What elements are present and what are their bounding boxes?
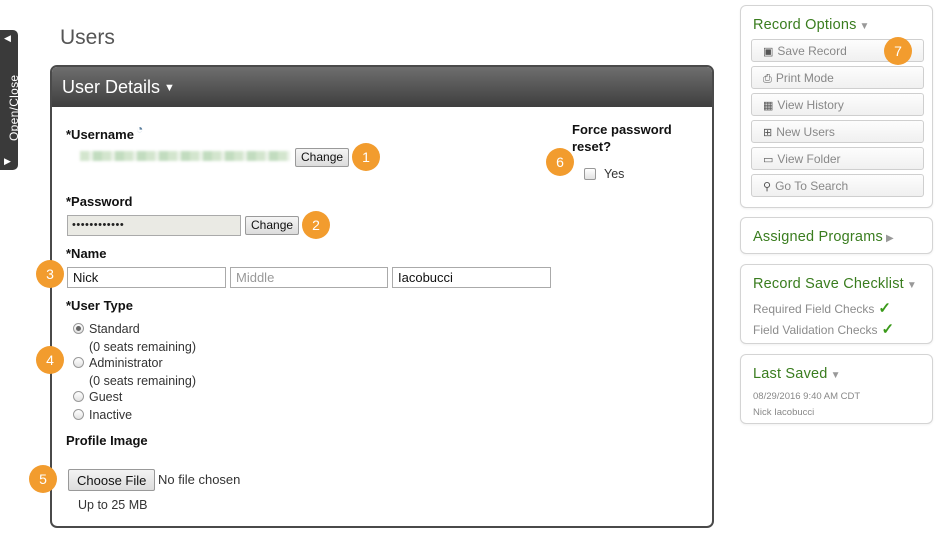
- search-icon: ⚲: [763, 181, 772, 193]
- callout-badge-5: 5: [29, 465, 57, 493]
- file-status: No file chosen: [158, 472, 241, 487]
- open-close-label: Open/Close: [7, 74, 21, 141]
- go-to-search-button[interactable]: ⚲ Go To Search: [751, 174, 924, 197]
- last-saved-title[interactable]: Last Saved ▼: [753, 366, 841, 382]
- last-saved-box: Last Saved ▼ 08/29/2016 9:40 AM CDT Nick …: [740, 354, 933, 424]
- assigned-programs-box[interactable]: Assigned Programs ▶: [740, 217, 933, 254]
- arrow-left-icon: ◀: [4, 33, 11, 43]
- view-history-label: View History: [777, 98, 844, 112]
- view-history-button[interactable]: ▦ View History: [751, 93, 924, 116]
- callout-badge-7: 7: [884, 37, 912, 65]
- last-saved-user: Nick Iacobucci: [753, 407, 815, 418]
- callout-badge-1: 1: [352, 143, 380, 171]
- force-reset-label-2: reset?: [572, 139, 612, 154]
- radio-inactive[interactable]: [73, 409, 84, 420]
- caret-down-icon: ▼: [859, 21, 870, 32]
- checklist-item-label: Field Validation Checks: [753, 323, 878, 337]
- radio-standard-label: Standard: [89, 322, 140, 336]
- assigned-programs-title: Assigned Programs ▶: [753, 229, 894, 245]
- username-value-blurred: [80, 151, 290, 161]
- panel-header[interactable]: User Details ▼: [52, 67, 712, 107]
- radio-guest-label: Guest: [89, 390, 123, 404]
- radio-administrator[interactable]: [73, 357, 84, 368]
- view-folder-button[interactable]: ▭ View Folder: [751, 147, 924, 170]
- spinner-icon: ◔: [136, 122, 144, 136]
- save-record-label: Save Record: [777, 44, 847, 58]
- caret-down-icon: ▼: [164, 82, 175, 94]
- save-icon: ▣: [763, 46, 774, 58]
- checklist-item-label: Required Field Checks: [753, 302, 875, 316]
- print-icon: ⎙: [763, 73, 772, 85]
- user-type-label: *User Type: [66, 298, 133, 313]
- username-change-button[interactable]: Change: [295, 148, 350, 167]
- radio-standard[interactable]: [73, 323, 84, 334]
- password-field[interactable]: ••••••••••••: [67, 215, 241, 236]
- callout-badge-2: 2: [302, 211, 330, 239]
- record-options-title-text: Record Options: [753, 17, 857, 33]
- open-close-tab[interactable]: ◀ Open/Close ▶: [0, 30, 21, 170]
- save-checklist-box: Record Save Checklist ▼ Required Field Ch…: [740, 264, 933, 344]
- password-change-button[interactable]: Change: [245, 216, 300, 235]
- folder-icon: ▭: [763, 154, 774, 166]
- view-folder-label: View Folder: [777, 152, 841, 166]
- username-label: *Username: [66, 127, 134, 142]
- name-label: *Name: [66, 246, 107, 261]
- go-to-search-label: Go To Search: [775, 179, 849, 193]
- checklist-item: Field Validation Checks ✓: [753, 320, 894, 338]
- force-reset-checkbox[interactable]: [584, 168, 596, 180]
- checkmark-icon: ✓: [881, 321, 895, 338]
- checkmark-icon: ✓: [878, 300, 891, 317]
- callout-badge-6: 6: [546, 148, 574, 176]
- caret-right-icon: ▶: [885, 233, 894, 244]
- checklist-item: Required Field Checks ✓: [753, 299, 891, 317]
- save-checklist-title-text: Record Save Checklist: [753, 276, 904, 292]
- print-mode-label: Print Mode: [775, 71, 834, 85]
- file-size-limit: Up to 25 MB: [78, 498, 148, 512]
- arrow-right-icon: ▶: [4, 156, 11, 166]
- radio-inactive-label: Inactive: [89, 408, 133, 422]
- calendar-icon: ▦: [763, 100, 774, 112]
- new-users-label: New Users: [776, 125, 835, 139]
- radio-administrator-label: Administrator: [89, 356, 163, 370]
- middle-name-input[interactable]: [230, 267, 388, 288]
- profile-image-label: Profile Image: [66, 433, 148, 448]
- caret-down-icon: ▼: [830, 370, 841, 381]
- last-name-input[interactable]: [392, 267, 551, 288]
- choose-file-button[interactable]: Choose File: [68, 469, 156, 491]
- force-reset-label-1: Force password: [572, 122, 672, 137]
- panel-title: User Details: [62, 77, 161, 97]
- last-saved-date: 08/29/2016 9:40 AM CDT: [753, 391, 861, 402]
- radio-administrator-seats: (0 seats remaining): [89, 374, 196, 388]
- force-reset-yes-label: Yes: [604, 167, 625, 181]
- radio-guest[interactable]: [73, 391, 84, 402]
- first-name-input[interactable]: [67, 267, 226, 288]
- password-label: *Password: [66, 194, 133, 209]
- callout-badge-3: 3: [36, 260, 64, 288]
- save-checklist-title[interactable]: Record Save Checklist ▼: [753, 276, 917, 292]
- last-saved-title-text: Last Saved: [753, 366, 828, 382]
- callout-badge-4: 4: [36, 346, 64, 374]
- record-options-box: Record Options ▼ ▣ Save Record ⎙ Print Mode…: [740, 5, 933, 208]
- caret-down-icon: ▼: [906, 280, 917, 291]
- new-users-button[interactable]: ⊞ New Users: [751, 120, 924, 143]
- assigned-programs-title-text: Assigned Programs: [753, 229, 883, 245]
- print-mode-button[interactable]: ⎙ Print Mode: [751, 66, 924, 89]
- record-options-title[interactable]: Record Options ▼: [753, 17, 870, 33]
- new-doc-icon: ⊞: [763, 127, 773, 139]
- page-title: Users: [60, 26, 115, 49]
- radio-standard-seats: (0 seats remaining): [89, 340, 196, 354]
